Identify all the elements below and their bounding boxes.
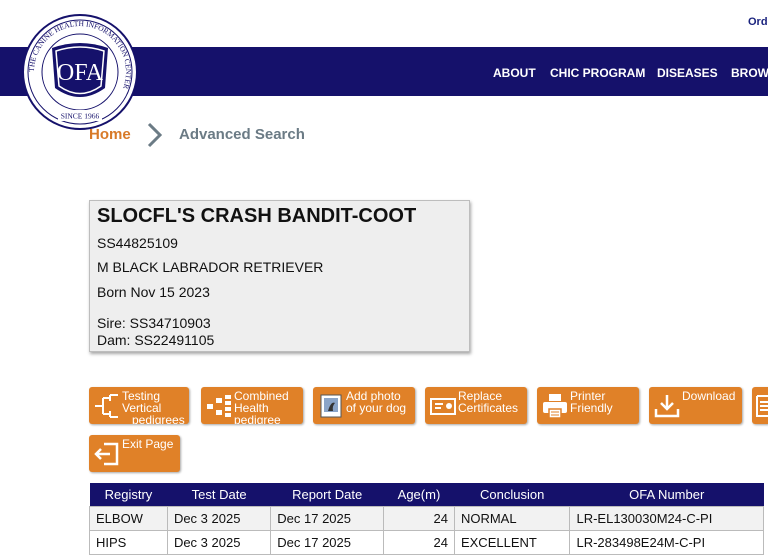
cell-conclusion: NORMAL bbox=[453, 506, 571, 531]
dog-registration: SS44825109 bbox=[97, 235, 178, 251]
cell-registry: HIPS bbox=[89, 530, 168, 555]
cell-report-date: Dec 17 2025 bbox=[270, 530, 384, 555]
download-button-label: Download bbox=[682, 389, 736, 403]
document-icon bbox=[756, 395, 768, 417]
exit-button-label: Exit Page bbox=[122, 437, 174, 451]
testing-button-label: Testing Vertical pedigrees bbox=[122, 389, 185, 424]
cell-test-date: Dec 3 2025 bbox=[166, 506, 272, 531]
col-age: Age(m) bbox=[383, 483, 455, 507]
dog-dam[interactable]: Dam: SS22491105 bbox=[97, 332, 214, 348]
exit-page-button[interactable]: Exit Page bbox=[89, 435, 180, 472]
cell-test-date: Dec 3 2025 bbox=[166, 530, 272, 555]
dog-sire[interactable]: Sire: SS34710903 bbox=[97, 315, 211, 331]
certificate-icon bbox=[430, 398, 456, 415]
dog-name: SLOCFL'S CRASH BANDIT-COOT bbox=[97, 205, 417, 227]
cell-conclusion: EXCELLENT bbox=[453, 530, 571, 555]
table-row: HIPS Dec 3 2025 Dec 17 2025 24 EXCELLENT… bbox=[89, 530, 764, 555]
add-photo-button[interactable]: Add photo of your dog bbox=[313, 387, 415, 424]
logo-text: OFA bbox=[57, 60, 104, 86]
col-registry: Registry bbox=[89, 483, 168, 507]
chevron-right-icon bbox=[147, 122, 163, 148]
nav-diseases[interactable]: DISEASES bbox=[657, 66, 718, 80]
replace-certificates-button[interactable]: Replace Certificates bbox=[425, 387, 527, 424]
dog-birth-date: Born Nov 15 2023 bbox=[97, 284, 210, 300]
table-row: ELBOW Dec 3 2025 Dec 17 2025 24 NORMAL L… bbox=[89, 506, 764, 531]
breadcrumb-advanced-search[interactable]: Advanced Search bbox=[179, 126, 305, 143]
nav-browse[interactable]: BROW bbox=[731, 66, 768, 80]
col-test-date: Test Date bbox=[167, 483, 271, 507]
nav-chic-program[interactable]: CHIC PROGRAM bbox=[550, 66, 645, 80]
combined-button-label: Combined Health pedigree bbox=[234, 389, 289, 424]
testing-vertical-pedigrees-button[interactable]: Testing Vertical pedigrees bbox=[89, 387, 189, 424]
cell-registry: ELBOW bbox=[89, 506, 168, 531]
replace-button-label: Replace Certificates bbox=[458, 389, 519, 415]
cell-ofa-number[interactable]: LR-EL130030M24-C-PI bbox=[569, 506, 764, 531]
col-ofa-number: OFA Number bbox=[569, 483, 764, 507]
pedigree-tree-icon bbox=[95, 394, 118, 418]
col-report-date: Report Date bbox=[270, 483, 384, 507]
pedigree-blocks-icon bbox=[207, 395, 231, 417]
dog-info-card: SLOCFL'S CRASH BANDIT-COOT SS44825109 M … bbox=[89, 200, 470, 352]
download-icon bbox=[654, 395, 680, 418]
cell-age: 24 bbox=[382, 530, 455, 555]
ofa-logo[interactable]: THE CANINE HEALTH INFORMATION CENTER OFA… bbox=[22, 14, 138, 130]
add-photo-button-label: Add photo of your dog bbox=[346, 389, 407, 415]
document-button[interactable] bbox=[752, 387, 768, 424]
logo-since: SINCE 1966 bbox=[61, 112, 100, 121]
dog-description: M BLACK LABRADOR RETRIEVER bbox=[97, 259, 324, 275]
order-link[interactable]: Orde bbox=[748, 16, 768, 28]
combined-health-pedigree-button[interactable]: Combined Health pedigree bbox=[201, 387, 303, 424]
table-header-row: Registry Test Date Report Date Age(m) Co… bbox=[89, 483, 764, 507]
printer-button-label: Printer Friendly bbox=[570, 389, 613, 415]
photo-icon bbox=[320, 394, 342, 418]
cell-report-date: Dec 17 2025 bbox=[270, 506, 384, 531]
col-conclusion: Conclusion bbox=[454, 483, 570, 507]
download-button[interactable]: Download bbox=[649, 387, 742, 424]
printer-icon bbox=[543, 394, 567, 419]
cell-ofa-number[interactable]: LR-283498E24M-C-PI bbox=[569, 530, 764, 555]
exit-icon bbox=[94, 442, 119, 466]
nav-about[interactable]: ABOUT bbox=[493, 66, 536, 80]
breadcrumb-home[interactable]: Home bbox=[89, 126, 131, 143]
ofa-results-table: Registry Test Date Report Date Age(m) Co… bbox=[89, 483, 764, 555]
cell-age: 24 bbox=[382, 506, 455, 531]
printer-friendly-button[interactable]: Printer Friendly bbox=[537, 387, 639, 424]
